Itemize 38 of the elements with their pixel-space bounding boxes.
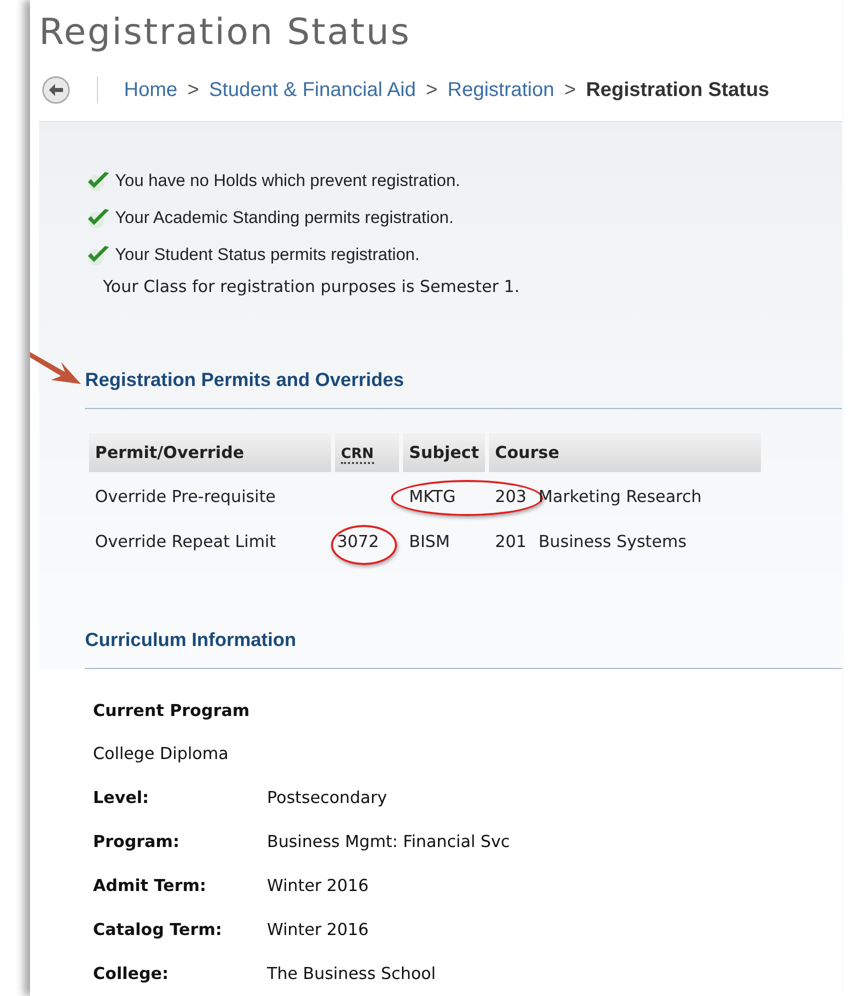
breadcrumb-link[interactable]: Home	[124, 78, 178, 102]
table-cell: 3072	[337, 532, 379, 551]
status-message: You have no Holds which prevent registration.	[115, 170, 460, 190]
field-value: Winter 2016	[267, 920, 369, 939]
field-value: Winter 2016	[267, 876, 369, 895]
field-value: The Business School	[267, 964, 436, 983]
field-value: Business Mgmt: Financial Svc	[267, 832, 510, 851]
column-header: Subject	[403, 433, 485, 472]
breadcrumb-separator: >	[426, 78, 438, 102]
column-header: Course	[488, 433, 761, 472]
column-header: CRN	[335, 433, 399, 472]
field-value: College Diploma	[93, 744, 230, 763]
table-cell: MKTG	[409, 487, 456, 506]
field-label: Catalog Term:	[93, 920, 223, 939]
field-label: Current Program	[93, 701, 251, 720]
breadcrumb-separator: >	[187, 78, 200, 102]
breadcrumb-link[interactable]: Registration	[448, 78, 554, 102]
section-heading: Curriculum Information	[85, 630, 298, 652]
breadcrumb-link[interactable]: Student & Financial Aid	[209, 78, 416, 102]
field-label: Program:	[93, 832, 180, 851]
field-label: Admit Term:	[93, 876, 208, 895]
table-cell: BISM	[409, 532, 450, 551]
status-message: Your Academic Standing permits registration.	[115, 208, 454, 228]
field-value: Postsecondary	[267, 788, 388, 807]
page-title: Registration Status	[39, 11, 412, 53]
breadcrumb-separator: >	[564, 78, 576, 102]
breadcrumb-current: Registration Status	[586, 78, 770, 102]
field-label: College:	[93, 964, 170, 983]
field-label: Level:	[93, 788, 150, 807]
table-cell-text: Override Pre-requisite	[94, 486, 277, 508]
table-cell: 203	[494, 487, 526, 506]
class-note: Your Class for registration purposes is Semester 1.	[103, 277, 521, 296]
column-header: Permit/Override	[89, 433, 331, 472]
status-message: Your Student Status permits registration.	[115, 244, 420, 264]
section-heading: Registration Permits and Overrides	[85, 370, 405, 392]
table-cell-text: Override Repeat Limit	[94, 531, 277, 553]
table-cell: Business Systems	[538, 532, 687, 551]
table-cell: 201	[494, 532, 526, 551]
